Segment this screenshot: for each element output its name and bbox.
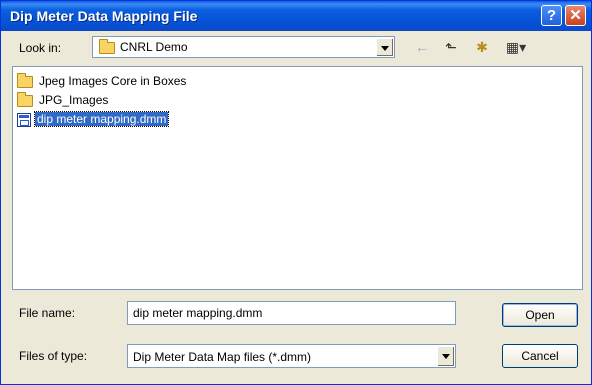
new-folder-icon[interactable]: ✱ (472, 37, 492, 57)
filetype-label: Files of type: (19, 349, 88, 363)
file-list[interactable]: Jpeg Images Core in Boxes JPG_Images dip… (12, 66, 583, 290)
list-item-label: Jpeg Images Core in Boxes (39, 74, 187, 88)
dialog-window: Dip Meter Data Mapping File ? ✕ Look in:… (0, 0, 592, 385)
look-in-value: CNRL Demo (120, 40, 188, 54)
look-in-dropdown[interactable]: CNRL Demo (92, 36, 395, 58)
file-icon (17, 112, 31, 127)
cancel-button[interactable]: Cancel (502, 344, 578, 368)
filetype-dropdown[interactable]: Dip Meter Data Map files (*.dmm) (127, 344, 456, 368)
folder-icon (99, 39, 115, 54)
filename-label: File name: (19, 306, 76, 320)
close-button[interactable]: ✕ (565, 5, 586, 26)
up-folder-icon[interactable]: ⬑ (441, 37, 461, 57)
view-menu-icon[interactable]: ▦▾ (501, 37, 531, 57)
folder-icon (17, 72, 33, 88)
open-button[interactable]: Open (502, 303, 578, 327)
back-icon[interactable]: ← (412, 37, 432, 57)
filetype-value: Dip Meter Data Map files (*.dmm) (133, 350, 312, 364)
look-in-label: Look in: (19, 41, 62, 55)
list-item-label: JPG_Images (39, 93, 109, 107)
list-item[interactable]: Jpeg Images Core in Boxes (17, 72, 188, 90)
list-item[interactable]: dip meter mapping.dmm (17, 110, 170, 128)
filename-input[interactable]: dip meter mapping.dmm (127, 301, 456, 325)
dialog-title: Dip Meter Data Mapping File (10, 8, 198, 24)
chevron-down-icon[interactable] (437, 346, 454, 366)
list-item[interactable]: JPG_Images (17, 91, 110, 109)
help-button[interactable]: ? (541, 5, 562, 26)
folder-icon (17, 91, 33, 107)
chevron-down-icon[interactable] (376, 38, 393, 56)
list-item-label: dip meter mapping.dmm (33, 111, 170, 127)
title-bar[interactable]: Dip Meter Data Mapping File ? ✕ (1, 1, 591, 31)
